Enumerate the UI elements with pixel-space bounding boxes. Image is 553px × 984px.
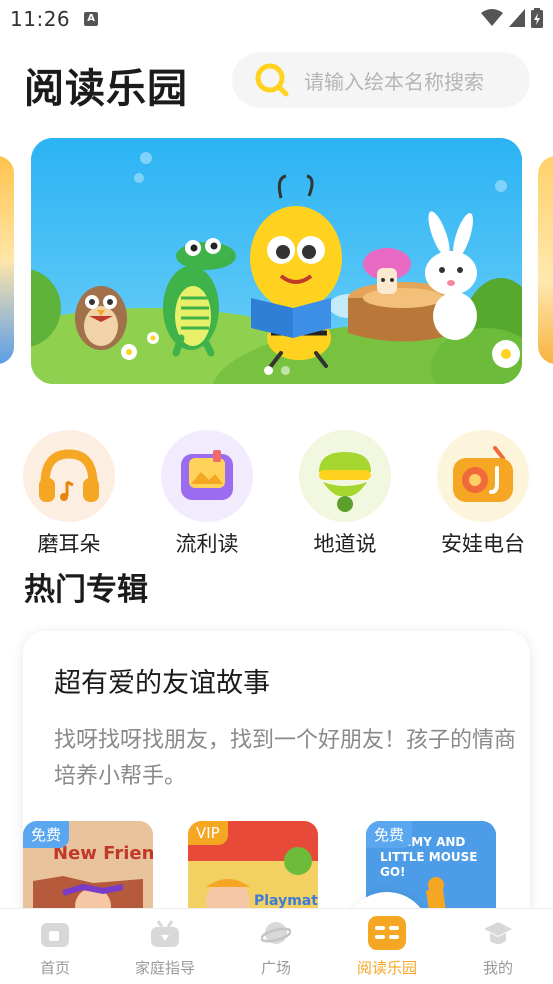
owl-figure	[75, 286, 127, 350]
banner-dot[interactable]	[280, 366, 290, 375]
search-icon	[255, 63, 289, 97]
book-cover-title: Playmate	[254, 893, 318, 909]
banner-dot-active[interactable]	[263, 366, 273, 375]
reading-book-icon	[368, 916, 406, 950]
quick-entry-fluent-reading[interactable]: 流利读	[152, 430, 262, 558]
quick-entry-label: 流利读	[175, 532, 239, 556]
album-description: 找呀找呀找朋友，找到一个好朋友！孩子的情商培养小帮手。	[54, 728, 517, 789]
picture-book-icon	[161, 430, 253, 522]
tab-mine[interactable]: 我的	[443, 909, 553, 984]
banner-illustration	[31, 138, 522, 384]
banner-carousel[interactable]	[31, 138, 522, 384]
tab-label: 广场	[260, 959, 291, 977]
status-time: 11:26	[10, 7, 71, 31]
section-title: 热门专辑	[24, 572, 148, 608]
quick-entry-label: 磨耳朵	[37, 532, 101, 556]
free-badge: 免费	[23, 821, 70, 848]
tab-reading-park[interactable]: 阅读乐园	[332, 909, 442, 984]
tab-label: 我的	[482, 959, 513, 977]
tab-family-guide[interactable]: 家庭指导	[110, 909, 220, 984]
search-placeholder: 请输入绘本名称搜索	[304, 69, 484, 94]
battery-icon	[531, 8, 543, 28]
graduation-cap-icon	[484, 922, 512, 944]
book-cover-title: New Friend	[53, 843, 153, 864]
quick-entry-radio[interactable]: 安娃电台	[428, 430, 538, 558]
album-card[interactable]: 超有爱的友谊故事 找呀找呀找朋友，找到一个好朋友！孩子的情商培养小帮手。 免费 …	[23, 631, 530, 951]
album-title: 超有爱的友谊故事	[54, 668, 270, 699]
status-indicators	[481, 8, 543, 28]
headphones-icon	[23, 430, 115, 522]
quick-entry-label: 安娃电台	[441, 532, 525, 556]
quick-entry-listening[interactable]: 磨耳朵	[14, 430, 124, 558]
tab-label: 家庭指导	[134, 959, 195, 977]
tab-label: 阅读乐园	[356, 959, 417, 977]
tab-label: 首页	[39, 959, 70, 977]
radio-icon	[437, 430, 529, 522]
planet-icon	[261, 922, 291, 944]
status-bar: 11:26 A	[0, 0, 553, 38]
bottom-nav: 首页 家庭指导 广场 阅读乐园 我的	[0, 908, 553, 984]
page-title: 阅读乐园	[24, 66, 188, 112]
quick-entry-label: 地道说	[313, 532, 377, 556]
search-input[interactable]: 请输入绘本名称搜索	[232, 52, 530, 108]
tab-home[interactable]: 首页	[0, 909, 110, 984]
free-badge: 免费	[366, 821, 413, 848]
home-icon	[41, 923, 69, 947]
lollipop-icon	[299, 430, 391, 522]
family-guide-icon	[151, 920, 179, 947]
vip-badge: VIP	[188, 821, 228, 845]
app-notification-icon: A	[84, 12, 99, 26]
banner-next-peek[interactable]	[538, 156, 553, 364]
banner-prev-peek[interactable]	[0, 156, 14, 364]
tab-plaza[interactable]: 广场	[221, 909, 331, 984]
banner-pagination	[31, 366, 522, 375]
signal-icon	[509, 9, 525, 27]
wifi-icon	[481, 9, 503, 26]
quick-entry-authentic-speaking[interactable]: 地道说	[290, 430, 400, 558]
